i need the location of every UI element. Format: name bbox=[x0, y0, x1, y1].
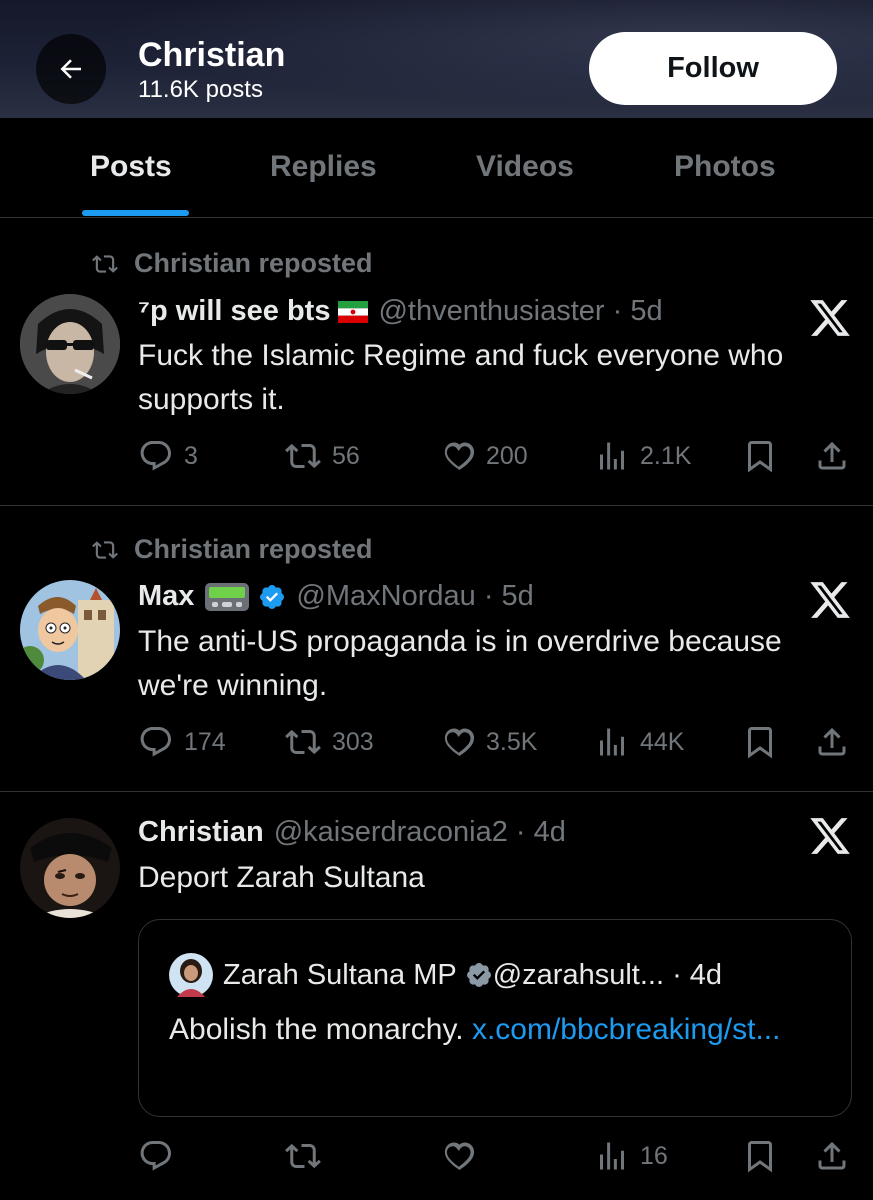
arrow-left-icon bbox=[60, 59, 81, 79]
verified-badge-icon bbox=[260, 584, 285, 609]
heart-icon bbox=[444, 1142, 475, 1170]
heart-icon bbox=[444, 442, 475, 470]
post-item[interactable]: Christian reposted ⁷p will see bts @thve… bbox=[0, 218, 873, 506]
repost-button[interactable]: 303 bbox=[284, 724, 374, 760]
pager-icon bbox=[205, 582, 250, 611]
post-actions: 174 303 3.5K 44K bbox=[138, 724, 852, 764]
like-count: 3.5K bbox=[486, 727, 538, 756]
reply-button[interactable]: 3 bbox=[138, 438, 198, 474]
quoted-post-meta: Zarah Sultana MP @zarahsult... · 4d bbox=[169, 953, 722, 997]
post-meta: ⁷p will see bts @thventhusiaster · 5d bbox=[138, 295, 663, 328]
repost-icon bbox=[285, 443, 321, 469]
tab-photos[interactable]: Photos bbox=[674, 150, 776, 184]
post-actions: 16 bbox=[138, 1138, 852, 1178]
quoted-post[interactable]: Zarah Sultana MP @zarahsult... · 4d Abol… bbox=[138, 919, 852, 1117]
repost-button[interactable]: 56 bbox=[284, 438, 360, 474]
display-name[interactable]: Christian bbox=[138, 816, 264, 849]
share-icon[interactable] bbox=[814, 438, 850, 474]
tab-videos[interactable]: Videos bbox=[476, 150, 574, 184]
post-text: The anti-US propaganda is in overdrive b… bbox=[138, 625, 782, 702]
reply-icon bbox=[140, 1141, 171, 1171]
display-name[interactable]: Max bbox=[138, 580, 194, 613]
avatar[interactable] bbox=[20, 294, 120, 394]
views-button[interactable]: 16 bbox=[594, 1138, 668, 1174]
iran-flag-icon bbox=[338, 300, 369, 323]
post-item[interactable]: Christian reposted Max @MaxNordau · 5d T… bbox=[0, 506, 873, 792]
repost-count: 303 bbox=[332, 727, 374, 756]
post-meta: Christian @kaiserdraconia2 · 4d bbox=[138, 816, 566, 849]
quoted-link[interactable]: x.com/bbcbreaking/st... bbox=[472, 1013, 780, 1046]
repost-label: Christian reposted bbox=[134, 534, 373, 564]
like-count: 200 bbox=[486, 441, 528, 470]
reply-icon bbox=[140, 441, 171, 471]
repost-icon bbox=[92, 540, 118, 559]
x-logo-icon[interactable] bbox=[808, 814, 852, 858]
profile-name: Christian bbox=[138, 36, 286, 74]
reply-count: 174 bbox=[184, 727, 226, 756]
like-button[interactable]: 3.5K bbox=[440, 724, 537, 760]
like-button[interactable] bbox=[440, 1138, 486, 1174]
bookmark-icon[interactable] bbox=[742, 438, 778, 474]
verified-badge-icon bbox=[466, 963, 491, 987]
tab-posts[interactable]: Posts bbox=[90, 150, 172, 184]
quoted-display-name[interactable]: Zarah Sultana MP bbox=[223, 959, 457, 992]
handle-and-time: @thventhusiaster · 5d bbox=[378, 295, 663, 327]
post-meta: Max @MaxNordau · 5d bbox=[138, 580, 534, 613]
post-text: Deport Zarah Sultana bbox=[138, 861, 425, 894]
reply-button[interactable] bbox=[138, 1138, 184, 1174]
avatar-image bbox=[20, 580, 120, 680]
repost-count: 56 bbox=[332, 441, 360, 470]
avatar[interactable] bbox=[169, 953, 213, 997]
profile-tabs: Posts Replies Videos Photos bbox=[0, 118, 873, 218]
repost-icon bbox=[92, 254, 118, 273]
bookmark-icon[interactable] bbox=[742, 724, 778, 760]
views-icon bbox=[600, 442, 624, 470]
quoted-post-text: Abolish the monarchy. x.com/bbcbreaking/… bbox=[169, 1008, 829, 1052]
post-actions: 3 56 200 2.1K bbox=[138, 438, 852, 478]
views-icon bbox=[600, 728, 624, 756]
tab-replies[interactable]: Replies bbox=[270, 150, 377, 184]
active-tab-indicator bbox=[82, 210, 189, 216]
repost-icon bbox=[285, 729, 321, 755]
heart-icon bbox=[444, 728, 475, 756]
avatar-image bbox=[20, 818, 120, 918]
bookmark-icon[interactable] bbox=[742, 1138, 778, 1174]
handle-and-time: @kaiserdraconia2 · 4d bbox=[273, 816, 566, 848]
share-icon[interactable] bbox=[814, 1138, 850, 1174]
handle-and-time: @MaxNordau · 5d bbox=[296, 580, 534, 612]
x-logo-icon[interactable] bbox=[808, 578, 852, 622]
profile-header: Christian 11.6K posts Follow bbox=[0, 0, 873, 118]
repost-label: Christian reposted bbox=[134, 248, 373, 278]
reply-count: 3 bbox=[184, 441, 198, 470]
post-item[interactable]: Christian @kaiserdraconia2 · 4d Deport Z… bbox=[0, 792, 873, 1200]
repost-indicator: Christian reposted bbox=[88, 248, 373, 279]
avatar-image bbox=[20, 294, 120, 394]
like-button[interactable]: 200 bbox=[440, 438, 528, 474]
avatar[interactable] bbox=[20, 580, 120, 680]
repost-indicator: Christian reposted bbox=[88, 534, 373, 565]
follow-button[interactable]: Follow bbox=[589, 32, 837, 105]
reply-icon bbox=[140, 727, 171, 757]
back-button[interactable] bbox=[36, 34, 106, 104]
view-count: 44K bbox=[640, 727, 685, 756]
views-button[interactable]: 2.1K bbox=[594, 438, 691, 474]
view-count: 16 bbox=[640, 1141, 668, 1170]
views-button[interactable]: 44K bbox=[594, 724, 684, 760]
quoted-text: Abolish the monarchy. bbox=[169, 1013, 464, 1046]
repost-icon bbox=[285, 1143, 321, 1169]
reply-button[interactable]: 174 bbox=[138, 724, 226, 760]
quoted-handle-and-time: @zarahsult... · 4d bbox=[492, 958, 723, 991]
repost-button[interactable] bbox=[284, 1138, 332, 1174]
display-name[interactable]: ⁷p will see bts bbox=[138, 295, 330, 328]
share-icon[interactable] bbox=[814, 724, 850, 760]
avatar[interactable] bbox=[20, 818, 120, 918]
post-text: Fuck the Islamic Regime and fuck everyon… bbox=[138, 339, 784, 416]
view-count: 2.1K bbox=[640, 441, 692, 470]
views-icon bbox=[600, 1142, 624, 1170]
post-count: 11.6K posts bbox=[138, 76, 263, 103]
